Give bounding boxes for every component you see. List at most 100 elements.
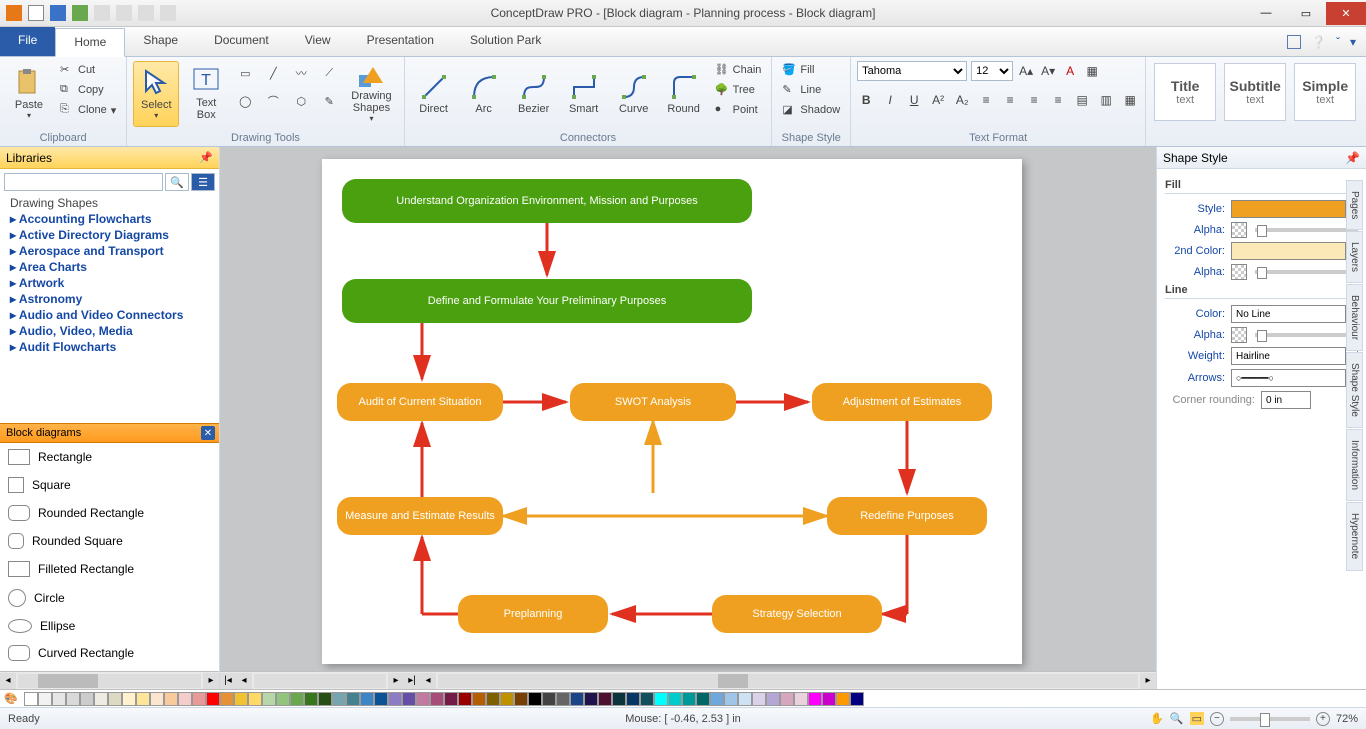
palette-swatch[interactable]: [472, 692, 486, 706]
lib-tree-item[interactable]: ▸ Active Directory Diagrams: [10, 227, 219, 243]
side-tab-pages[interactable]: Pages: [1346, 180, 1363, 230]
lib-tree-item[interactable]: ▸ Area Charts: [10, 259, 219, 275]
fill-style-select[interactable]: ▾: [1231, 200, 1358, 218]
palette-swatch[interactable]: [430, 692, 444, 706]
side-tab-behaviour[interactable]: Behaviour: [1346, 284, 1363, 351]
style-preset[interactable]: Titletext: [1154, 63, 1216, 121]
palette-swatch[interactable]: [290, 692, 304, 706]
palette-swatch[interactable]: [556, 692, 570, 706]
highlight-icon[interactable]: ▦: [1083, 62, 1101, 80]
palette-swatch[interactable]: [416, 692, 430, 706]
shape-item[interactable]: Rounded Rectangle: [0, 499, 219, 527]
window-menu-icon[interactable]: ▾: [1350, 35, 1356, 49]
diagram-block[interactable]: Understand Organization Environment, Mis…: [342, 179, 752, 223]
collapse-ribbon-icon[interactable]: ˇ: [1336, 35, 1340, 49]
diagram-block[interactable]: Strategy Selection: [712, 595, 882, 633]
alpha2-check[interactable]: [1231, 264, 1247, 280]
presentation-mode-icon[interactable]: [1287, 35, 1301, 49]
align-left-button[interactable]: ≡: [977, 91, 995, 109]
line-color-select[interactable]: No Line▾: [1231, 305, 1358, 323]
palette-swatch[interactable]: [38, 692, 52, 706]
tool-curve[interactable]: 〰: [289, 61, 313, 85]
palette-swatch[interactable]: [458, 692, 472, 706]
connector-bezier[interactable]: Bezier: [511, 61, 557, 127]
palette-swatch[interactable]: [66, 692, 80, 706]
connector-direct[interactable]: Direct: [411, 61, 457, 127]
qat-undo-icon[interactable]: [72, 5, 88, 21]
left-scroll[interactable]: ◂▸: [0, 671, 219, 689]
canvas-viewport[interactable]: Understand Organization Environment, Mis…: [220, 147, 1156, 671]
search-button[interactable]: 🔍: [165, 173, 189, 191]
italic-button[interactable]: I: [881, 91, 899, 109]
close-section-icon[interactable]: ✕: [201, 426, 215, 440]
palette-swatch[interactable]: [542, 692, 556, 706]
search-mode-button[interactable]: ☰: [191, 173, 215, 191]
library-tree[interactable]: Drawing Shapes▸ Accounting Flowcharts▸ A…: [0, 195, 219, 423]
font-color-icon[interactable]: A: [1061, 62, 1079, 80]
zoom-in-button[interactable]: +: [1316, 712, 1330, 726]
palette-swatch[interactable]: [122, 692, 136, 706]
tool-arc2[interactable]: ⌒: [261, 89, 285, 113]
drawing-page[interactable]: Understand Organization Environment, Mis…: [322, 159, 1022, 664]
palette-swatch[interactable]: [318, 692, 332, 706]
page-nav[interactable]: |◂◂ ▸▸|: [220, 671, 420, 689]
palette-swatch[interactable]: [570, 692, 584, 706]
valign-mid-button[interactable]: ▥: [1097, 91, 1115, 109]
palette-swatch[interactable]: [640, 692, 654, 706]
palette-swatch[interactable]: [696, 692, 710, 706]
palette-swatch[interactable]: [584, 692, 598, 706]
palette-swatch[interactable]: [710, 692, 724, 706]
shape-item[interactable]: Ellipse: [0, 613, 219, 639]
palette-swatch[interactable]: [164, 692, 178, 706]
qat-open-icon[interactable]: [94, 5, 110, 21]
shape-item[interactable]: Rectangle: [0, 443, 219, 471]
shape-item[interactable]: Square: [0, 471, 219, 499]
lib-tree-item[interactable]: ▸ Accounting Flowcharts: [10, 211, 219, 227]
style-preset[interactable]: Simpletext: [1294, 63, 1356, 121]
underline-button[interactable]: U: [905, 91, 923, 109]
palette-swatch[interactable]: [626, 692, 640, 706]
palette-swatch[interactable]: [94, 692, 108, 706]
palette-swatch[interactable]: [388, 692, 402, 706]
alpha2-slider[interactable]: [1255, 270, 1358, 274]
connector-tree[interactable]: 🌳Tree: [711, 81, 766, 99]
zoom-slider[interactable]: [1230, 717, 1310, 721]
align-justify-button[interactable]: ≡: [1049, 91, 1067, 109]
tool-polyline[interactable]: ⟋: [317, 61, 341, 85]
palette-swatch[interactable]: [752, 692, 766, 706]
alpha-check[interactable]: [1231, 222, 1247, 238]
qat-save-icon[interactable]: [50, 5, 66, 21]
shape-item[interactable]: Circle: [0, 583, 219, 613]
clone-button[interactable]: ⎘Clone ▾: [56, 101, 120, 119]
side-tab-hypernote[interactable]: Hypernote: [1346, 502, 1363, 570]
qat-more-icon[interactable]: [160, 5, 176, 21]
superscript-button[interactable]: A²: [929, 91, 947, 109]
palette-swatch[interactable]: [178, 692, 192, 706]
tool-rect[interactable]: ▭: [233, 61, 257, 85]
valign-top-button[interactable]: ▤: [1073, 91, 1091, 109]
subscript-button[interactable]: A₂: [953, 91, 971, 109]
diagram-block[interactable]: Adjustment of Estimates: [812, 383, 992, 421]
fit-page-icon[interactable]: ▭: [1190, 712, 1204, 725]
diagram-block[interactable]: Redefine Purposes: [827, 497, 987, 535]
palette-swatch[interactable]: [206, 692, 220, 706]
shadow-button[interactable]: ◪Shadow: [778, 101, 844, 119]
palette-swatch[interactable]: [738, 692, 752, 706]
line-alpha-slider[interactable]: [1255, 333, 1358, 337]
font-family-select[interactable]: Tahoma: [857, 61, 967, 81]
side-tab-layers[interactable]: Layers: [1346, 231, 1363, 283]
qat-print-icon[interactable]: [116, 5, 132, 21]
palette-swatch[interactable]: [150, 692, 164, 706]
palette-swatch[interactable]: [766, 692, 780, 706]
fill-button[interactable]: 🪣Fill: [778, 61, 844, 79]
copy-button[interactable]: ⧉Copy: [56, 81, 120, 99]
palette-swatch[interactable]: [276, 692, 290, 706]
palette-swatch[interactable]: [108, 692, 122, 706]
qat-new-icon[interactable]: [28, 5, 44, 21]
palette-swatch[interactable]: [248, 692, 262, 706]
palette-swatch[interactable]: [514, 692, 528, 706]
palette-swatch[interactable]: [360, 692, 374, 706]
rounding-input[interactable]: 0 in: [1261, 391, 1311, 409]
palette-swatch[interactable]: [332, 692, 346, 706]
shape-item[interactable]: Filleted Rectangle: [0, 555, 219, 583]
